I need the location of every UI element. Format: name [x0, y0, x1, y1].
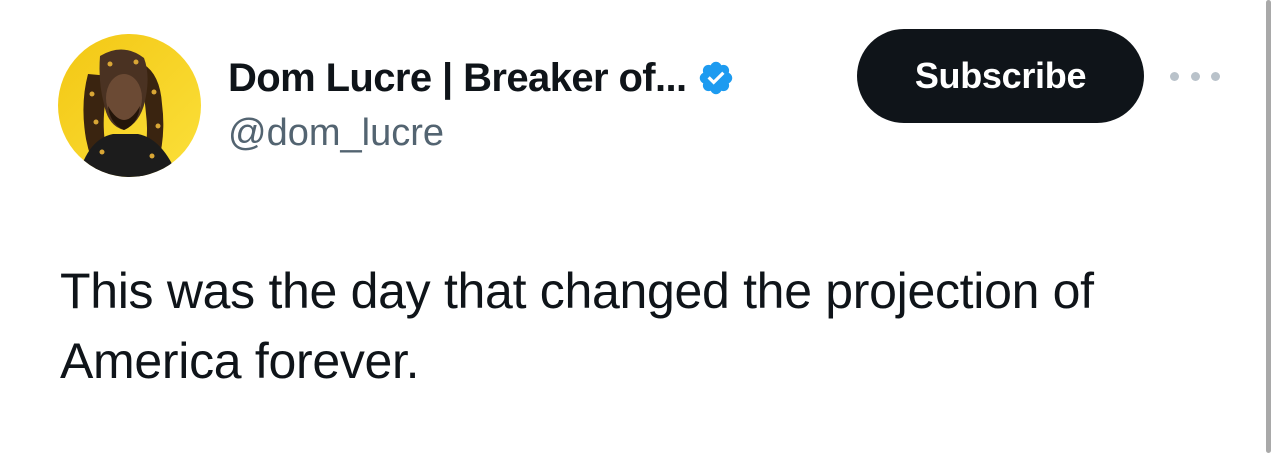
avatar[interactable] [58, 34, 201, 177]
author-name-row: Dom Lucre | Breaker of... [228, 50, 735, 106]
dot-icon [1170, 71, 1179, 81]
tweet-card: Dom Lucre | Breaker of... @dom_lucre Sub… [0, 0, 1283, 453]
dot-icon [1211, 71, 1220, 81]
dot-icon [1190, 71, 1200, 81]
display-name[interactable]: Dom Lucre | Breaker of... [228, 56, 687, 101]
subscribe-button[interactable]: Subscribe [857, 29, 1144, 123]
tweet-text: This was the day that changed the projec… [60, 263, 1094, 389]
more-options-icon[interactable] [1170, 64, 1220, 88]
verified-badge-icon[interactable] [697, 59, 735, 97]
avatar-image [58, 34, 201, 177]
author-handle[interactable]: @dom_lucre [228, 112, 444, 155]
scrollbar[interactable] [1266, 0, 1271, 453]
